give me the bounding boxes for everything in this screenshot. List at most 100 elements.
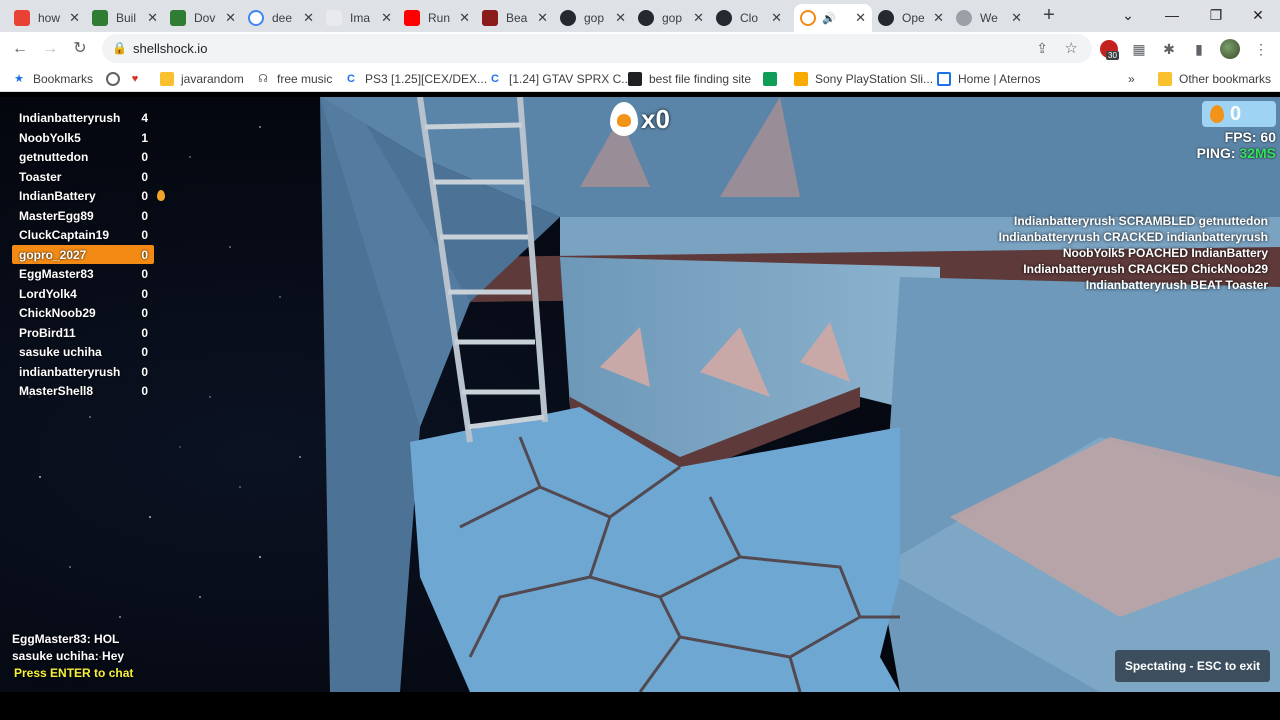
bookmark-item[interactable]: javarandom [160,70,244,88]
player-name: ChickNoob29 [19,306,96,320]
bookmark-item[interactable]: Home | Aternos [937,70,1041,88]
browser-tab[interactable]: dee ✕ [242,4,320,32]
chat-message: sasuke uchiha: Hey [12,649,125,663]
scoreboard-row: Indianbatteryrush 4 [12,108,154,128]
bookmark-label: free music [277,72,333,86]
headphones-icon: ☊ [258,73,268,85]
google-icon [248,10,264,26]
bookmark-item[interactable]: ♥ [128,70,149,88]
openai-icon [878,10,894,26]
close-tab-icon[interactable]: ✕ [693,10,704,26]
browser-tab[interactable]: Ope ✕ [872,4,950,32]
puzzle-icon[interactable]: ✱ [1160,40,1178,58]
browser-tab[interactable]: gop ✕ [632,4,710,32]
address-bar[interactable]: 🔒 shellshock.io ⇪ ☆ [102,34,1092,63]
grid-icon [937,72,951,86]
app-icon [763,72,777,86]
player-name: indianbatteryrush [19,364,121,379]
scoreboard-row: indianbatteryrush 0 [12,362,154,382]
golden-egg-icon [1210,105,1224,123]
lock-icon[interactable]: 🔒 [112,41,127,55]
scoreboard-row: IndianBattery 0 [12,186,165,206]
bookmark-item[interactable]: C [1.24] GTAV SPRX C... [488,70,631,88]
reload-button[interactable]: ↻ [68,38,92,60]
close-tab-icon[interactable]: ✕ [933,10,944,26]
fps-readout: FPS: 60 [1224,129,1276,145]
tab-title: We [980,11,998,25]
scoreboard-row: ProBird11 0 [12,323,154,343]
player-score: 0 [141,169,148,184]
game-viewport[interactable]: Indianbatteryrush 4 NoobYolk5 1 getnuttedo… [0,97,1280,692]
bookmark-item[interactable] [763,70,784,88]
scoreboard-row: ChickNoob29 0 [12,303,154,323]
forward-button[interactable]: → [38,38,62,60]
player-score: 0 [141,384,148,398]
other-bookmarks[interactable]: Other bookmarks [1158,70,1271,88]
bookmark-item[interactable]: best file finding site [628,70,751,88]
avatar[interactable] [1220,39,1240,59]
scoreboard-row: Toaster 0 [12,167,154,187]
browser-tab[interactable]: gop ✕ [554,4,632,32]
browser-tab[interactable]: how ✕ [8,4,86,32]
tab-search-icon[interactable]: ⌄ [1108,4,1148,26]
url-text[interactable]: shellshock.io [133,41,207,56]
bookmark-star-icon[interactable]: ☆ [1065,39,1078,57]
browser-tab[interactable]: Bea ✕ [476,4,554,32]
kill-feed-entry: Indianbatteryrush CRACKED indianbatteryr… [998,230,1268,244]
player-score: 0 [141,286,148,301]
back-button[interactable]: ← [8,38,32,60]
close-tab-icon[interactable]: ✕ [69,10,80,26]
close-tab-icon[interactable]: ✕ [1011,10,1022,26]
browser-tab[interactable]: Ima ✕ [320,4,398,32]
player-score: 0 [141,364,148,379]
player-score: 0 [141,345,148,359]
close-tab-icon[interactable]: ✕ [537,10,548,26]
scoreboard-row: MasterEgg89 0 [12,206,154,226]
bookmark-item[interactable]: C PS3 [1.25][CEX/DEX... [344,70,487,88]
player-score: 0 [141,325,148,340]
scoreboard-row: getnuttedon 0 [12,147,154,167]
bookmarks-overflow-icon[interactable]: » [1128,70,1135,88]
bookmark-item[interactable]: Sony PlayStation Sli... [794,70,933,88]
minimize-button[interactable]: — [1152,4,1192,26]
menu-icon[interactable]: ⋮ [1252,40,1270,58]
maximize-button[interactable]: ❐ [1196,4,1236,26]
globe-icon [106,72,120,86]
tab-strip: how ✕ Buil ✕ Dov ✕ dee ✕ Ima ✕ Run ✕ Bea ✕ gop ✕… [0,0,1280,32]
side-panel-icon[interactable]: ▮ [1190,40,1208,58]
bookmark-item[interactable] [106,70,127,88]
player-score: 0 [141,267,148,281]
browser-toolbar: ← → ↻ 🔒 shellshock.io ⇪ ☆ 30 ▦ ✱ ▮ ⋮ [0,32,1280,66]
c-icon: C [347,73,355,85]
close-tab-icon[interactable]: ✕ [855,10,866,26]
close-tab-icon[interactable]: ✕ [303,10,314,26]
close-tab-icon[interactable]: ✕ [459,10,470,26]
extension-icon[interactable]: ▦ [1130,40,1148,58]
close-tab-icon[interactable]: ✕ [147,10,158,26]
close-tab-icon[interactable]: ✕ [381,10,392,26]
browser-tab-active[interactable]: 🔊 ✕ [794,4,872,32]
close-window-button[interactable]: ✕ [1238,4,1278,26]
close-tab-icon[interactable]: ✕ [225,10,236,26]
browser-tab[interactable]: Buil ✕ [86,4,164,32]
browser-tab[interactable]: Dov ✕ [164,4,242,32]
bookmark-item[interactable]: ★ Bookmarks [12,70,93,88]
spectating-banner[interactable]: Spectating - ESC to exit [1115,650,1270,682]
bookmark-item[interactable]: ☊ free music [256,70,332,88]
skull-egg-icon [610,102,638,136]
speaker-icon[interactable]: 🔊 [822,12,836,25]
tab-title: gop [584,11,605,25]
browser-tab[interactable]: We ✕ [950,4,1028,32]
tab-favicon-icon [92,10,108,26]
folder-icon [160,72,174,86]
close-tab-icon[interactable]: ✕ [615,10,626,26]
tab-favicon-icon [14,10,30,26]
bookmark-label: Sony PlayStation Sli... [815,72,934,86]
close-tab-icon[interactable]: ✕ [771,10,782,26]
new-tab-button[interactable]: + [1038,4,1060,26]
browser-tab[interactable]: Run ✕ [398,4,476,32]
browser-tab[interactable]: Clo ✕ [710,4,788,32]
share-icon[interactable]: ⇪ [1036,40,1048,57]
github-icon [716,10,732,26]
chat-hint[interactable]: Press ENTER to chat [14,665,133,682]
